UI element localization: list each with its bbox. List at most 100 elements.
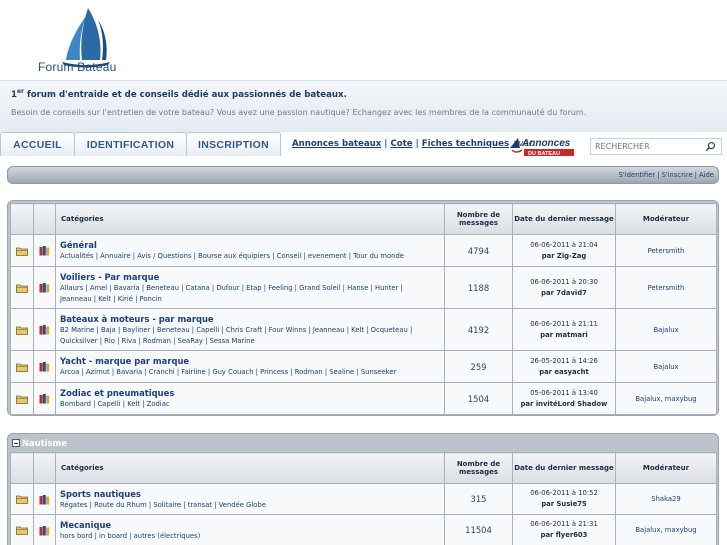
subforum-list[interactable]: Quicksilver | Rio | Riva | Rodman | SeaR… [60, 336, 444, 347]
subforum-list[interactable]: Bombard | Capelli | Kelt | Zodiac [60, 399, 444, 410]
subforum-list[interactable]: Arcoa | Azimut | Bavaria | Cranchi | Fai… [60, 367, 444, 378]
forum-cell: Yacht - marque par marque Arcoa | Azimut… [55, 350, 445, 383]
last-poster-link[interactable]: par Zig-Zag [542, 252, 587, 260]
folder-icon [16, 326, 28, 335]
partner-links: Annonces bateaux | Cote | Fiches techniq… [292, 139, 534, 149]
annonces-logo-subtitle: DU BATEAU [528, 151, 560, 157]
subforum-list[interactable]: Régates | Route du Rhum | Solitaire | tr… [60, 500, 444, 511]
subforum-list[interactable]: Actualités | Annuaire | Avis / Questions… [60, 251, 444, 262]
header-last-message: Date du dernier message [512, 203, 616, 235]
annonces-bateaux-link[interactable]: Annonces bateaux [292, 139, 381, 149]
moderator-link[interactable]: Bajalux, maxybug [615, 514, 717, 545]
forum-link-sports-nautiques[interactable]: Sports nautiques [60, 488, 444, 500]
last-message: 26-05-2011 à 14:26 par easyacht [512, 350, 616, 383]
last-message: 06-06-2011 à 21:04 par Zig-Zag [512, 234, 616, 267]
forum-table: Catégories Nombre de messages Date du der… [10, 452, 717, 545]
folder-icon [16, 284, 28, 293]
forum-link-bateaux-moteurs[interactable]: Bateaux à moteurs - par marque [60, 313, 444, 325]
search-input[interactable] [595, 142, 705, 151]
search-box [590, 138, 722, 155]
forum-cell: Voiliers - Par marque Allaurs | Amel | B… [55, 266, 445, 309]
table-row: Zodiac et pneumatiques Bombard | Capelli… [10, 382, 717, 415]
last-poster-link[interactable]: par flyer603 [541, 531, 588, 539]
forum-link-mecanique[interactable]: Mecanique [60, 519, 444, 531]
header-blank [10, 452, 34, 484]
cote-link[interactable]: Cote [390, 139, 412, 149]
header-moderator: Modérateur [615, 203, 717, 235]
login-link[interactable]: S'identifier [619, 171, 656, 179]
forum-link-general[interactable]: Général [60, 239, 444, 251]
moderator-link[interactable]: Petersmith [615, 266, 717, 309]
last-poster-link[interactable]: par 7david7 [541, 289, 587, 297]
forum-cell: Bateaux à moteurs - par marque B2 Marine… [55, 308, 445, 351]
last-poster-link[interactable]: par Susie75 [541, 500, 586, 508]
last-poster-link[interactable]: par matmari [540, 331, 587, 339]
message-count: 1188 [444, 266, 513, 309]
folder-icon [16, 395, 28, 404]
message-count: 1504 [444, 382, 513, 415]
forum-section-2: Nautisme Catégories Nombre de messages Da… [7, 433, 719, 545]
forum-cell: Zodiac et pneumatiques Bombard | Capelli… [55, 382, 445, 415]
message-count: 4192 [444, 308, 513, 351]
search-icon[interactable] [705, 141, 716, 152]
subforum-list[interactable]: Allaurs | Amel | Bavaria | Beneteau | Ca… [60, 283, 444, 294]
last-message: 06-06-2011 à 21:11 par matmari [512, 308, 616, 351]
last-message: 06-06-2011 à 20:30 par 7david7 [512, 266, 616, 309]
books-icon [39, 283, 50, 293]
moderator-link[interactable]: Bajalux [615, 308, 717, 351]
subforum-list[interactable]: Jeanneau | Kelt | Kirié | Poncin [60, 294, 444, 305]
books-icon [39, 362, 50, 372]
last-poster-link[interactable]: par invitéLord Shadow [521, 400, 608, 408]
forum-link-zodiac[interactable]: Zodiac et pneumatiques [60, 387, 444, 399]
main-nav: ACCUEIL IDENTIFICATION INSCRIPTION [0, 132, 281, 156]
forum-link-voiliers[interactable]: Voiliers - Par marque [60, 271, 444, 283]
header-blank [33, 452, 56, 484]
moderator-link[interactable]: Shaka29 [615, 483, 717, 515]
nav-inscription-button[interactable]: INSCRIPTION [186, 132, 281, 156]
books-icon [39, 525, 50, 535]
message-count: 4794 [444, 234, 513, 267]
table-row: Bateaux à moteurs - par marque B2 Marine… [10, 308, 717, 351]
help-link[interactable]: Aide [699, 171, 714, 179]
folder-icon [16, 247, 28, 256]
logo-text[interactable]: Forum Bateau [38, 60, 116, 74]
moderator-link[interactable]: Petersmith [615, 234, 717, 267]
header-blank [33, 203, 56, 235]
table-row: Voiliers - Par marque Allaurs | Amel | B… [10, 266, 717, 309]
subforum-list[interactable]: hors bord | in board | autres (électriqu… [60, 531, 444, 542]
message-count: 11504 [444, 514, 513, 545]
subforum-list[interactable]: B2 Marine | Bajа | Bayliner | Beneteau |… [60, 325, 444, 336]
category-title[interactable]: Nautisme [12, 438, 67, 448]
forum-link-yacht[interactable]: Yacht - marque par marque [60, 355, 444, 367]
header-messages: Nombre de messages [444, 203, 513, 235]
moderator-link[interactable]: Bajalux [615, 350, 717, 383]
fiches-techniques-link[interactable]: Fiches techniques [422, 139, 509, 149]
books-icon [39, 394, 50, 404]
user-links: S'identifier | S'inscrire | Aide [618, 171, 715, 179]
nav-identification-button[interactable]: IDENTIFICATION [74, 132, 187, 156]
forum-section-1: Catégories Nombre de messages Date du der… [7, 200, 719, 416]
link-separator: | [384, 139, 388, 149]
tagline: 1er forum d'entraide et de conseils dédi… [11, 88, 347, 100]
last-poster-link[interactable]: par easyacht [539, 368, 589, 376]
subtagline: Besoin de conseils sur l'entretien de vo… [11, 108, 587, 117]
folder-icon [16, 363, 28, 372]
moderator-link[interactable]: Bajalux, maxybug [615, 382, 717, 415]
link-separator: | [415, 139, 419, 149]
table-row: Mecanique hors bord | in board | autres … [10, 514, 717, 545]
header-last-message: Date du dernier message [512, 452, 616, 484]
collapse-icon[interactable] [12, 439, 20, 447]
forum-cell: Sports nautiques Régates | Route du Rhum… [55, 483, 445, 515]
table-row: Sports nautiques Régates | Route du Rhum… [10, 483, 717, 515]
folder-icon [16, 495, 28, 504]
forum-cell: Général Actualités | Annuaire | Avis / Q… [55, 234, 445, 267]
register-link[interactable]: S'inscrire [661, 171, 692, 179]
table-row: Yacht - marque par marque Arcoa | Azimut… [10, 350, 717, 383]
last-message: 05-06-2011 à 13:40 par invitéLord Shadow [512, 382, 616, 415]
annonces-du-bateau-logo[interactable]: Annonces DU BATEAU [508, 134, 576, 158]
message-count: 315 [444, 483, 513, 515]
header-categories: Catégories [55, 203, 445, 235]
books-icon [39, 494, 50, 504]
message-count: 259 [444, 350, 513, 383]
nav-accueil-button[interactable]: ACCUEIL [0, 132, 75, 156]
